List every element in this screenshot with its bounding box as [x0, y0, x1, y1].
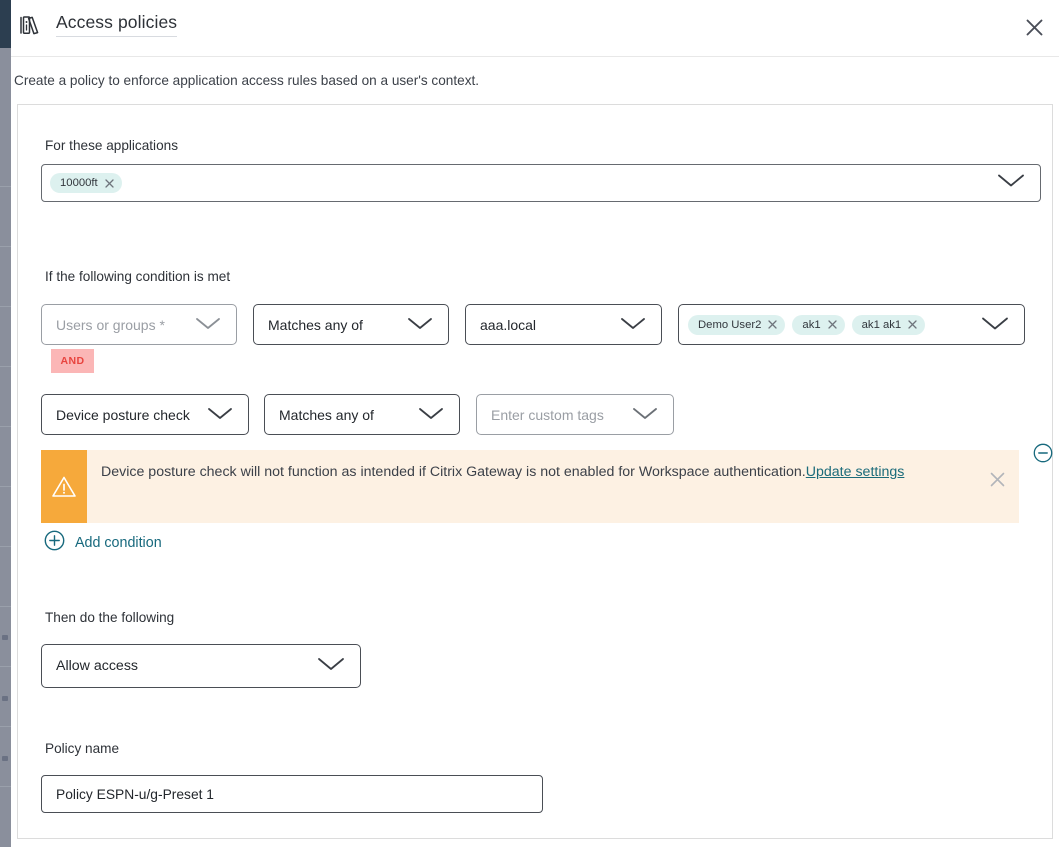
- modal-subtitle: Create a policy to enforce application a…: [14, 73, 480, 88]
- update-settings-link[interactable]: Update settings: [806, 464, 905, 480]
- close-icon[interactable]: [1017, 10, 1051, 44]
- condition-criteria-select-1[interactable]: Users or groups *: [41, 304, 237, 345]
- warning-text-block: Device posture check will not function a…: [87, 450, 975, 523]
- condition-values-select-2[interactable]: Enter custom tags: [476, 394, 674, 435]
- close-icon[interactable]: [827, 320, 837, 329]
- condition-operator-value-1: Matches any of: [268, 316, 363, 333]
- condition-operator-select-1[interactable]: Matches any of: [253, 304, 449, 345]
- books-icon: [17, 12, 43, 38]
- condition-criteria-select-2[interactable]: Device posture check: [41, 394, 249, 435]
- action-select[interactable]: Allow access: [41, 644, 361, 688]
- user-chip-label: ak1: [802, 318, 821, 331]
- condition-domain-select[interactable]: aaa.local: [465, 304, 662, 345]
- condition-joiner-badge: AND: [51, 349, 94, 373]
- action-label: Then do the following: [45, 610, 175, 625]
- circle-plus-icon: [44, 530, 65, 556]
- page-title: Access policies: [56, 12, 178, 38]
- condition-label: If the following condition is met: [45, 269, 231, 284]
- access-policy-modal: Access policies Create a policy to enfor…: [11, 0, 1059, 847]
- application-chip[interactable]: 10000ft: [50, 173, 122, 193]
- chevron-down-icon: [316, 656, 346, 676]
- applications-select[interactable]: 10000ft: [41, 164, 1041, 202]
- user-chip[interactable]: ak1 ak1: [851, 314, 926, 335]
- application-chip-label: 10000ft: [60, 177, 98, 189]
- circle-minus-icon[interactable]: [1033, 443, 1053, 463]
- close-icon[interactable]: [105, 178, 114, 188]
- add-condition-button[interactable]: Add condition: [44, 530, 162, 556]
- chevron-down-icon: [406, 316, 434, 334]
- policy-name-input[interactable]: [41, 775, 543, 813]
- user-chip[interactable]: Demo User2: [688, 314, 786, 335]
- modal-header-left: Access policies: [17, 12, 178, 38]
- chevron-down-icon: [996, 173, 1026, 194]
- chevron-down-icon: [980, 315, 1010, 334]
- chevron-down-icon: [619, 316, 647, 334]
- close-icon[interactable]: [908, 320, 917, 329]
- policy-form-card: For these applications 10000ft If the fo…: [17, 104, 1053, 839]
- chevron-down-icon: [631, 406, 659, 424]
- modal-header: Access policies: [11, 0, 1059, 57]
- condition-domain-value: aaa.local: [480, 316, 537, 333]
- device-posture-warning-banner: Device posture check will not function a…: [41, 450, 1019, 523]
- policy-name-label: Policy name: [45, 741, 120, 756]
- applications-label: For these applications: [45, 138, 178, 153]
- add-condition-label: Add condition: [75, 535, 162, 551]
- user-chip[interactable]: ak1: [792, 314, 845, 335]
- condition-values-select-1[interactable]: Demo User2 ak1 ak1 ak1: [678, 304, 1025, 345]
- condition-criteria-value-1: Users or groups *: [56, 316, 165, 333]
- action-value: Allow access: [56, 658, 139, 674]
- warning-message: Device posture check will not function a…: [101, 464, 806, 480]
- condition-values-value-2: Enter custom tags: [491, 406, 604, 423]
- condition-operator-value-2: Matches any of: [279, 406, 374, 423]
- chevron-down-icon: [206, 406, 234, 424]
- chevron-down-icon: [417, 406, 445, 424]
- close-icon[interactable]: [768, 320, 778, 329]
- user-chip-label: Demo User2: [698, 318, 762, 331]
- chevron-down-icon: [194, 316, 222, 334]
- condition-operator-select-2[interactable]: Matches any of: [264, 394, 460, 435]
- background-app-content-marks: [0, 0, 11, 847]
- close-icon[interactable]: [975, 450, 1019, 523]
- user-chip-label: ak1 ak1: [861, 318, 902, 331]
- condition-criteria-value-2: Device posture check: [56, 406, 190, 423]
- warning-triangle-icon: [41, 450, 87, 523]
